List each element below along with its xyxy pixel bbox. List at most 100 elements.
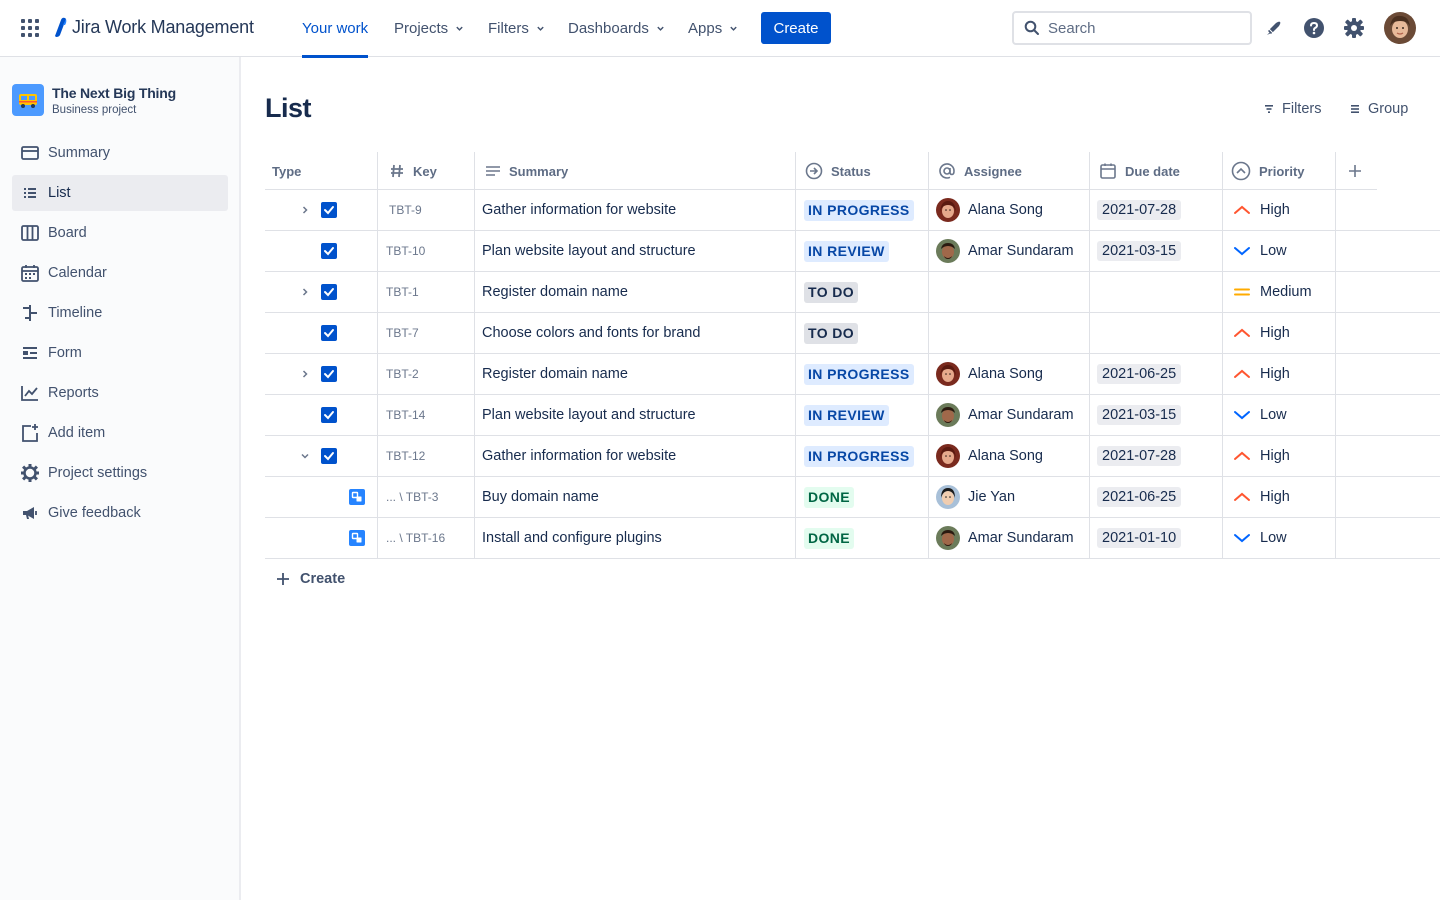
status-lozenge[interactable]: DONE [804, 486, 855, 508]
due-date[interactable]: 2021-03-15 [1097, 241, 1182, 261]
issue-key[interactable]: TBT-10 [386, 244, 425, 258]
table-row[interactable]: TBT-9 Gather information for website IN PR… [265, 190, 1440, 231]
status-lozenge[interactable]: IN PROGRESS [804, 199, 914, 221]
table-row[interactable]: TBT-12 Gather information for website IN P… [265, 436, 1440, 477]
priority-cell[interactable]: High [1232, 354, 1290, 394]
priority-cell[interactable]: Low [1232, 231, 1287, 271]
subtask-type-icon[interactable] [349, 489, 365, 505]
task-type-checkbox-icon[interactable] [321, 202, 337, 218]
table-row[interactable]: TBT-7 Choose colors and fonts for brand TO… [265, 313, 1440, 354]
issue-summary[interactable]: Install and configure plugins [482, 530, 662, 546]
sidebar-item-add-item[interactable]: Add item [12, 415, 228, 451]
priority-cell[interactable]: Low [1232, 518, 1287, 558]
status-lozenge[interactable]: IN REVIEW [804, 404, 889, 426]
priority-cell[interactable]: Medium [1232, 272, 1312, 312]
table-row[interactable]: ... \ TBT-3 Buy domain name DONE Jie Yan 202… [265, 477, 1440, 518]
issue-summary[interactable]: Plan website layout and structure [482, 407, 696, 423]
assignee-cell[interactable]: Amar Sundaram [936, 518, 1074, 558]
issue-key[interactable]: TBT-1 [386, 285, 419, 299]
assignee-cell[interactable]: Alana Song [936, 354, 1043, 394]
column-header-key[interactable]: Key [389, 152, 437, 190]
task-type-checkbox-icon[interactable] [321, 284, 337, 300]
status-lozenge[interactable]: TO DO [804, 281, 859, 303]
task-type-checkbox-icon[interactable] [321, 243, 337, 259]
status-lozenge[interactable]: IN PROGRESS [804, 363, 914, 385]
table-row[interactable]: TBT-2 Register domain name IN PROGRESS Alan… [265, 354, 1440, 395]
notifications-icon[interactable] [1262, 16, 1286, 40]
sidebar-item-reports[interactable]: Reports [12, 375, 228, 411]
issue-key[interactable]: TBT-14 [386, 408, 425, 422]
subtask-type-icon[interactable] [349, 530, 365, 546]
column-header-assignee[interactable]: Assignee [938, 152, 1022, 190]
product-logo[interactable]: Jira Work Management [52, 16, 254, 38]
issue-summary[interactable]: Gather information for website [482, 202, 676, 218]
issue-summary[interactable]: Register domain name [482, 284, 628, 300]
sidebar-item-calendar[interactable]: Calendar [12, 255, 228, 291]
help-icon[interactable] [1302, 16, 1326, 40]
assignee-cell[interactable]: Jie Yan [936, 477, 1015, 517]
sidebar-item-board[interactable]: Board [12, 215, 228, 251]
expand-chevron-right-icon[interactable] [298, 285, 312, 299]
due-date[interactable]: 2021-03-15 [1097, 405, 1182, 425]
sidebar-item-form[interactable]: Form [12, 335, 228, 371]
assignee-cell[interactable]: Amar Sundaram [936, 231, 1074, 271]
table-row[interactable]: ... \ TBT-16 Install and configure plugin… [265, 518, 1440, 559]
project-header[interactable]: The Next Big Thing Business project [12, 84, 176, 116]
assignee-cell[interactable]: Amar Sundaram [936, 395, 1074, 435]
collapse-chevron-down-icon[interactable] [298, 449, 312, 463]
user-avatar[interactable] [1384, 12, 1416, 44]
task-type-checkbox-icon[interactable] [321, 448, 337, 464]
column-header-priority[interactable]: Priority [1231, 152, 1305, 190]
nav-dashboards[interactable]: Dashboards [568, 0, 665, 57]
assignee-cell[interactable]: Alana Song [936, 436, 1043, 476]
sidebar-item-list[interactable]: List [12, 175, 228, 211]
settings-gear-icon[interactable] [1342, 16, 1366, 40]
priority-cell[interactable]: High [1232, 190, 1290, 230]
app-switcher-icon[interactable] [21, 19, 39, 37]
status-lozenge[interactable]: IN PROGRESS [804, 445, 914, 467]
sidebar-item-summary[interactable]: Summary [12, 135, 228, 171]
issue-summary[interactable]: Gather information for website [482, 448, 676, 464]
task-type-checkbox-icon[interactable] [321, 366, 337, 382]
issue-key[interactable]: TBT-7 [386, 326, 419, 340]
issue-key[interactable]: ... \ TBT-3 [386, 490, 438, 504]
column-header-due-date[interactable]: Due date [1099, 152, 1180, 190]
task-type-checkbox-icon[interactable] [321, 325, 337, 341]
priority-cell[interactable]: High [1232, 477, 1290, 517]
issue-key[interactable]: TBT-9 [389, 203, 422, 217]
group-button[interactable]: Group [1350, 99, 1408, 119]
due-date[interactable]: 2021-01-10 [1097, 528, 1182, 548]
search-input[interactable] [1048, 19, 1238, 37]
column-header-status[interactable]: Status [805, 152, 871, 190]
due-date[interactable]: 2021-07-28 [1097, 446, 1182, 466]
expand-chevron-right-icon[interactable] [298, 203, 312, 217]
issue-key[interactable]: TBT-12 [386, 449, 425, 463]
create-issue-button[interactable]: Create [276, 568, 345, 590]
due-date[interactable]: 2021-06-25 [1097, 364, 1182, 384]
status-lozenge[interactable]: TO DO [804, 322, 859, 344]
create-button[interactable]: Create [761, 12, 831, 44]
table-row[interactable]: TBT-14 Plan website layout and structure I… [265, 395, 1440, 436]
sidebar-item-give-feedback[interactable]: Give feedback [12, 495, 228, 531]
add-column-button[interactable] [1347, 152, 1363, 190]
issue-key[interactable]: ... \ TBT-16 [386, 531, 445, 545]
nav-apps[interactable]: Apps [688, 0, 738, 57]
due-date[interactable]: 2021-06-25 [1097, 487, 1182, 507]
sidebar-item-project-settings[interactable]: Project settings [12, 455, 228, 491]
issue-summary[interactable]: Register domain name [482, 366, 628, 382]
column-header-summary[interactable]: Summary [485, 152, 568, 190]
issue-key[interactable]: TBT-2 [386, 367, 419, 381]
nav-filters[interactable]: Filters [488, 0, 545, 57]
assignee-cell[interactable]: Alana Song [936, 190, 1043, 230]
status-lozenge[interactable]: IN REVIEW [804, 240, 889, 262]
status-lozenge[interactable]: DONE [804, 527, 855, 549]
expand-chevron-right-icon[interactable] [298, 367, 312, 381]
issue-summary[interactable]: Choose colors and fonts for brand [482, 325, 700, 341]
priority-cell[interactable]: High [1232, 436, 1290, 476]
nav-projects[interactable]: Projects [394, 0, 464, 57]
sidebar-item-timeline[interactable]: Timeline [12, 295, 228, 331]
issue-summary[interactable]: Plan website layout and structure [482, 243, 696, 259]
issue-summary[interactable]: Buy domain name [482, 489, 599, 505]
table-row[interactable]: TBT-1 Register domain name TO DO Medium [265, 272, 1440, 313]
nav-your-work[interactable]: Your work [302, 0, 369, 58]
